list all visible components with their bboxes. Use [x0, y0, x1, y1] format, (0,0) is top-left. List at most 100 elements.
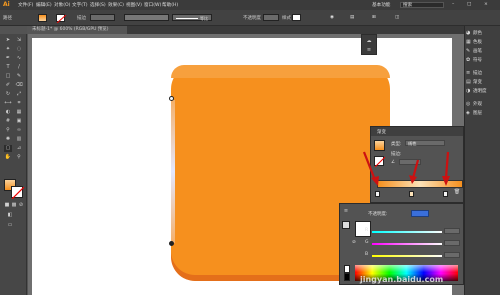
- slider-r[interactable]: [372, 231, 442, 233]
- search-field[interactable]: 搜索: [400, 2, 444, 8]
- dock-label-appearance[interactable]: 外观: [473, 101, 482, 107]
- cc-icon[interactable]: [342, 221, 350, 229]
- document-tab[interactable]: 未标题-1* @ 600% (RGB/GPU 预览): [27, 26, 127, 34]
- transform-icon[interactable]: ⊞: [372, 15, 376, 20]
- graphic-style-swatch[interactable]: [292, 14, 301, 21]
- slider-g[interactable]: [372, 243, 442, 245]
- minimize-icon[interactable]: –: [452, 2, 454, 7]
- current-color-swatch[interactable]: [355, 221, 371, 237]
- magic-wand-tool-icon[interactable]: ✦: [4, 46, 12, 53]
- menu-effect[interactable]: 效果(C): [108, 2, 124, 8]
- paintbrush-tool-icon[interactable]: ✎: [15, 73, 23, 80]
- mesh-tool-icon[interactable]: #: [4, 118, 12, 125]
- dock-label-brushes[interactable]: 画笔: [473, 48, 482, 54]
- opacity-field[interactable]: [263, 14, 279, 21]
- recolor-icon[interactable]: ◉: [330, 15, 334, 20]
- shape-builder-tool-icon[interactable]: ◐: [4, 109, 12, 116]
- menu-type[interactable]: 文字(T): [72, 2, 88, 8]
- gradient-annotator-end[interactable]: [169, 241, 174, 246]
- graph-tool-icon[interactable]: ▥: [15, 136, 23, 143]
- brush-icon[interactable]: ✎: [466, 48, 470, 54]
- draw-mode-icon[interactable]: ◧: [6, 212, 14, 219]
- panel-menu-icon[interactable]: ≡: [342, 208, 350, 215]
- dock-label-layers[interactable]: 图层: [473, 110, 482, 116]
- dock-label-stroke[interactable]: 描边: [473, 70, 482, 76]
- color-icon[interactable]: ◕: [466, 30, 470, 36]
- close-icon[interactable]: ×: [484, 2, 488, 7]
- appearance-icon[interactable]: ◎: [466, 101, 470, 107]
- brush-label: 等比: [200, 16, 208, 21]
- blend-tool-icon[interactable]: ∞: [15, 127, 23, 134]
- gradient-icon[interactable]: ▤: [466, 79, 471, 85]
- line-tool-icon[interactable]: /: [15, 64, 23, 71]
- zoom-tool-icon[interactable]: ⚲: [15, 154, 23, 161]
- white-swatch[interactable]: [344, 265, 350, 273]
- free-transform-tool-icon[interactable]: ⌗: [15, 100, 23, 107]
- menu-select[interactable]: 选择(S): [90, 2, 106, 8]
- isolate-icon[interactable]: ◫: [395, 15, 399, 20]
- type-tool-icon[interactable]: T: [4, 64, 12, 71]
- rotate-tool-icon[interactable]: ↻: [4, 91, 12, 98]
- value-r[interactable]: [444, 228, 460, 234]
- none-icon[interactable]: ⊘: [352, 240, 356, 245]
- cc-libraries-icon[interactable]: ☁: [365, 38, 373, 45]
- artboard-tool-icon[interactable]: ▢: [4, 145, 12, 152]
- screen-mode-icon[interactable]: ▭: [6, 222, 14, 229]
- shaper-tool-icon[interactable]: ✐: [4, 82, 12, 89]
- hex-value-field[interactable]: [411, 210, 429, 217]
- stroke-weight-field[interactable]: [90, 14, 115, 21]
- hand-tool-icon[interactable]: ✋: [4, 154, 12, 161]
- menu-view[interactable]: 视图(V): [126, 2, 142, 8]
- swatches-icon[interactable]: ▦: [466, 39, 471, 45]
- symbol-sprayer-tool-icon[interactable]: ✺: [4, 136, 12, 143]
- menu-object[interactable]: 对象(O): [54, 2, 70, 8]
- align-icon[interactable]: ▤: [350, 15, 354, 20]
- pen-tool-icon[interactable]: ✒: [4, 55, 12, 62]
- menu-help[interactable]: 帮助(H): [162, 2, 178, 8]
- properties-icon[interactable]: ≡: [365, 47, 373, 54]
- stroke-icon[interactable]: ≡: [466, 70, 470, 76]
- brush-definition-field[interactable]: 等比: [172, 14, 212, 21]
- slider-b[interactable]: [372, 255, 442, 257]
- rectangle-tool-icon[interactable]: □: [4, 73, 12, 80]
- gradient-annotator-start[interactable]: [169, 96, 174, 101]
- menu-window[interactable]: 窗口(W): [144, 2, 161, 8]
- gradient-annotator[interactable]: [171, 100, 175, 243]
- slice-tool-icon[interactable]: ⊿: [15, 145, 23, 152]
- black-swatch[interactable]: [344, 273, 350, 281]
- gradient-panel-header[interactable]: 渐变: [371, 127, 463, 136]
- none-mode-icon[interactable]: ⊘: [17, 202, 25, 209]
- fill-swatch[interactable]: [38, 14, 47, 22]
- width-tool-icon[interactable]: ⟷: [4, 100, 12, 107]
- stroke-swatch[interactable]: [56, 14, 66, 23]
- curvature-tool-icon[interactable]: ∿: [15, 55, 23, 62]
- layers-icon[interactable]: ◈: [466, 110, 470, 116]
- variable-width-field[interactable]: [124, 14, 169, 21]
- transparency-icon[interactable]: ◑: [466, 88, 470, 94]
- perspective-grid-tool-icon[interactable]: ▦: [15, 109, 23, 116]
- symbol-icon[interactable]: ✿: [466, 57, 470, 63]
- menu-edit[interactable]: 编辑(E): [36, 2, 52, 8]
- scale-tool-icon[interactable]: ⤢: [15, 91, 23, 98]
- dock-label-color[interactable]: 颜色: [473, 30, 482, 36]
- value-b[interactable]: [444, 252, 460, 258]
- value-g[interactable]: [444, 240, 460, 246]
- eyedropper-tool-icon[interactable]: ⚲: [4, 127, 12, 134]
- stroke-color-box[interactable]: [11, 186, 24, 199]
- lasso-tool-icon[interactable]: ◌: [15, 46, 23, 53]
- gradient-type-select[interactable]: 线性: [405, 140, 445, 146]
- mini-panel: ☁ ≡: [361, 34, 377, 55]
- dock-label-symbols[interactable]: 符号: [473, 57, 482, 63]
- maximize-icon[interactable]: □: [467, 2, 471, 7]
- eraser-tool-icon[interactable]: ⌫: [15, 82, 23, 89]
- dock-label-swatches[interactable]: 色板: [473, 39, 482, 45]
- workspace-switcher[interactable]: 基本功能: [372, 2, 390, 8]
- channel-label-g: G: [365, 240, 369, 245]
- dock-label-gradient[interactable]: 渐变: [473, 79, 482, 85]
- dock-label-transparency[interactable]: 透明度: [473, 88, 487, 94]
- selection-tool-icon[interactable]: ➤: [4, 37, 12, 44]
- menu-file[interactable]: 文件(F): [18, 2, 33, 8]
- gradient-tool-icon[interactable]: ▣: [15, 118, 23, 125]
- gradient-type-label: 类型:: [391, 142, 402, 147]
- direct-selection-tool-icon[interactable]: ⇲: [15, 37, 23, 44]
